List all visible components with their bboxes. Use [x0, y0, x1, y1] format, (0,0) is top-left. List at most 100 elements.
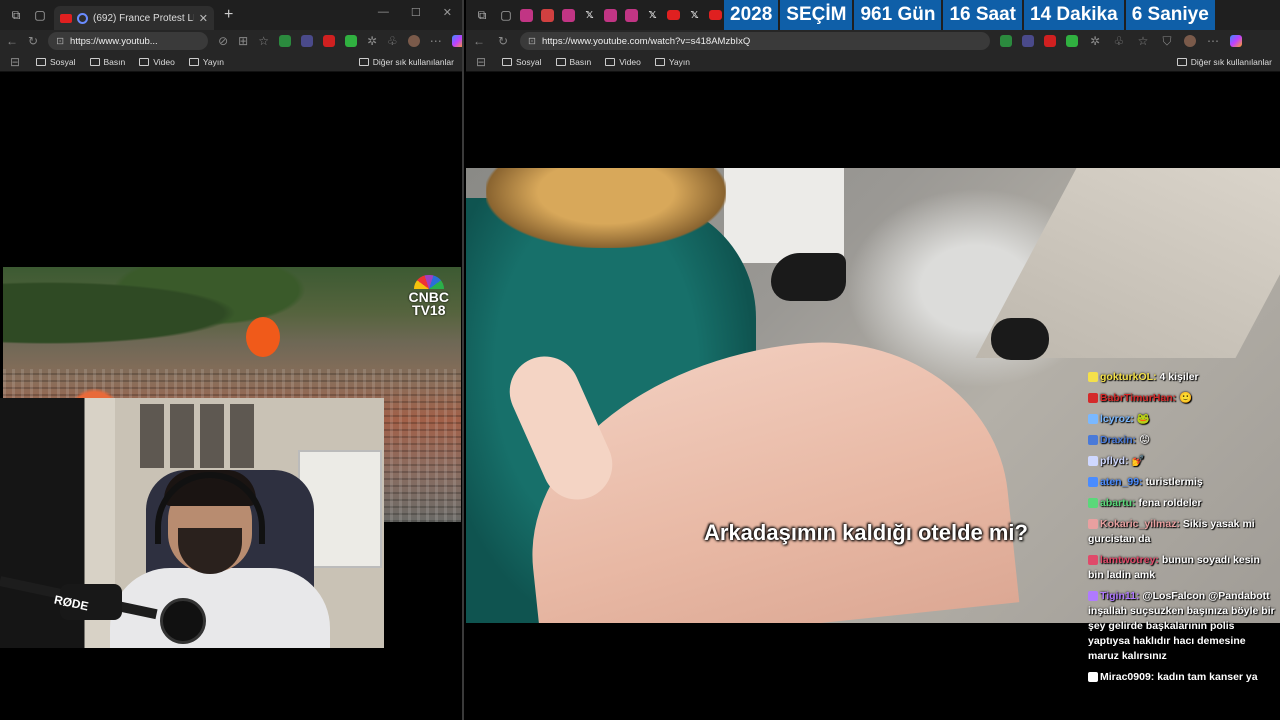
video-scene-legs — [724, 168, 844, 263]
tab-actions-icon[interactable]: ▢ — [496, 5, 516, 25]
more-menu-icon[interactable]: ⋯ — [430, 34, 442, 48]
shield-icon[interactable]: ⛉ — [1160, 34, 1174, 49]
audio-icon — [77, 12, 88, 24]
workspaces-icon[interactable]: ⧉ — [6, 5, 26, 25]
chat-username: abartu: — [1100, 497, 1136, 509]
folder-icon — [358, 57, 369, 66]
apps-icon[interactable]: ⊞ — [238, 34, 248, 48]
close-window-icon[interactable]: ✕ — [443, 6, 452, 19]
extension-icon[interactable] — [322, 35, 335, 47]
chat-text: 😡 — [1139, 434, 1151, 446]
chat-username: Tigin11: — [1100, 590, 1140, 602]
extension-icon[interactable] — [1066, 35, 1078, 47]
chat-message: lcyroz: 🐸 — [1088, 412, 1276, 427]
minimize-icon[interactable]: — — [378, 6, 389, 19]
site-info-icon[interactable]: ⊡ — [56, 36, 64, 47]
chat-text: kadın tam kanser ya — [1157, 671, 1258, 683]
extension-icon[interactable] — [278, 35, 291, 47]
other-bookmarks[interactable]: Diğer sık kullanılanlar — [1176, 57, 1272, 67]
x-tab-icon[interactable]: 𝕏 — [646, 9, 659, 22]
chat-message: pflyd: 💅 — [1088, 454, 1276, 469]
more-menu-icon[interactable]: ⋯ — [1206, 34, 1220, 48]
page-content: Arkadaşımın kaldığı otelde mi? gokturkOL… — [466, 72, 1280, 720]
collections-icon[interactable]: ♧ — [1112, 34, 1126, 48]
chat-username: Kokaric_yilmaz: — [1100, 518, 1180, 530]
copilot-icon[interactable] — [1230, 35, 1242, 47]
bookmark-folder[interactable]: Yayın — [654, 57, 690, 67]
countdown-minutes: 14 Dakika — [1024, 0, 1124, 30]
chat-message: Tigin11: @LosFalcon @Pandabott inşallah … — [1088, 589, 1276, 664]
favorites-icon[interactable]: ☆ — [1136, 34, 1150, 48]
other-bookmarks[interactable]: Diğer sık kullanılanlar — [358, 57, 454, 67]
countdown-seconds: 6 Saniye — [1125, 0, 1215, 30]
instagram-tab-icon[interactable] — [520, 8, 533, 22]
refresh-icon[interactable]: ↻ — [496, 34, 510, 48]
bookmarks-menu-icon[interactable]: ⊟ — [474, 55, 488, 69]
instagram-tab-icon[interactable] — [604, 8, 617, 22]
chat-username: Mirac0909: — [1100, 671, 1155, 683]
wall-frames — [140, 404, 260, 468]
extension-icon[interactable] — [344, 35, 357, 47]
bookmark-folder[interactable]: Video — [139, 57, 175, 67]
youtube-icon — [60, 13, 72, 23]
puzzle-icon[interactable]: ✲ — [367, 34, 377, 48]
youtube-tab-icon[interactable] — [667, 10, 680, 20]
instagram-tab-icon[interactable] — [625, 8, 638, 22]
tab-title: (692) France Protest LIVE: N... — [93, 12, 194, 24]
copilot-icon[interactable] — [451, 35, 462, 47]
chat-username: BabrTimurHan: — [1100, 392, 1177, 404]
bookmark-folder[interactable]: Yayın — [188, 57, 224, 67]
countdown-days: 961 Gün — [854, 0, 942, 30]
tab-france-protest[interactable]: (692) France Protest LIVE: N... ✕ — [54, 6, 214, 30]
bookmark-folder[interactable]: Basın — [89, 57, 125, 67]
youtube-tab-icon[interactable] — [709, 10, 722, 20]
instagram-tab-icon[interactable] — [562, 8, 575, 22]
x-tab-icon[interactable]: 𝕏 — [583, 9, 596, 22]
extension-icon[interactable] — [1044, 35, 1056, 47]
cnbc-tv18-logo: CNBC TV18 — [409, 275, 449, 317]
x-tab-icon[interactable]: 𝕏 — [688, 9, 701, 22]
election-countdown-overlay: 2028 SEÇİM 961 Gün 16 Saat 14 Dakika 6 S… — [724, 0, 1217, 30]
chat-badge-icon — [1088, 393, 1098, 404]
favorite-star-icon[interactable]: ☆ — [258, 34, 269, 48]
chat-message: BabrTimurHan: 🙂 — [1088, 391, 1276, 406]
tab-icon[interactable] — [541, 8, 554, 22]
url-field[interactable]: ⊡ https://www.youtube.com/watch?v=s418AM… — [520, 32, 990, 50]
chat-username: pflyd: — [1100, 455, 1129, 467]
new-tab-button[interactable]: + — [224, 6, 233, 24]
tab-actions-icon[interactable]: ▢ — [30, 5, 50, 25]
bookmarks-bar: ⊟ Sosyal Basın Video Yayın Diğer sık kul… — [466, 52, 1280, 72]
bookmark-folder[interactable]: Sosyal — [36, 57, 76, 67]
pinned-tabs: 𝕏 𝕏 𝕏 — [520, 8, 722, 22]
bookmark-folder[interactable]: Video — [605, 57, 641, 67]
url-field[interactable]: ⊡ https://www.youtub... — [48, 32, 209, 50]
workspaces-icon[interactable]: ⧉ — [472, 5, 492, 25]
chat-message: Kokaric_yilmaz: Sikis yasak mi gurcistan… — [1088, 517, 1276, 547]
avatar[interactable] — [407, 35, 420, 47]
folder-icon — [502, 57, 512, 66]
close-tab-icon[interactable]: ✕ — [199, 12, 208, 25]
video-scene-trees — [3, 267, 461, 382]
back-icon[interactable]: ← — [472, 34, 486, 48]
chat-text: turistlermiş — [1145, 476, 1203, 488]
puzzle-icon[interactable]: ✲ — [1088, 34, 1102, 48]
refresh-icon[interactable]: ↻ — [28, 34, 38, 48]
chat-message: Draxin: 😡 — [1088, 433, 1276, 448]
bookmark-folder[interactable]: Basın — [555, 57, 591, 67]
chat-username: aten_99: — [1100, 476, 1143, 488]
maximize-icon[interactable]: ☐ — [411, 6, 421, 19]
back-icon[interactable]: ← — [6, 34, 18, 48]
bookmark-folder[interactable]: Sosyal — [502, 57, 542, 67]
countdown-hours: 16 Saat — [943, 0, 1022, 30]
extension-icon[interactable] — [1022, 35, 1034, 47]
extension-icon[interactable] — [300, 35, 313, 47]
folder-icon — [555, 57, 566, 66]
peacock-icon — [413, 275, 444, 289]
bookmarks-menu-icon[interactable]: ⊟ — [8, 55, 22, 69]
tab-bar: ⧉ ▢ 𝕏 𝕏 𝕏 2028 SEÇİM 961 Gün 16 Saat 14 … — [466, 0, 1280, 30]
avatar[interactable] — [1184, 35, 1196, 47]
extension-icon[interactable] — [1000, 35, 1012, 47]
site-info-icon[interactable]: ⊡ — [528, 36, 536, 47]
collections-icon[interactable]: ♧ — [387, 34, 398, 48]
read-aloud-icon[interactable]: ⊘ — [218, 34, 228, 48]
